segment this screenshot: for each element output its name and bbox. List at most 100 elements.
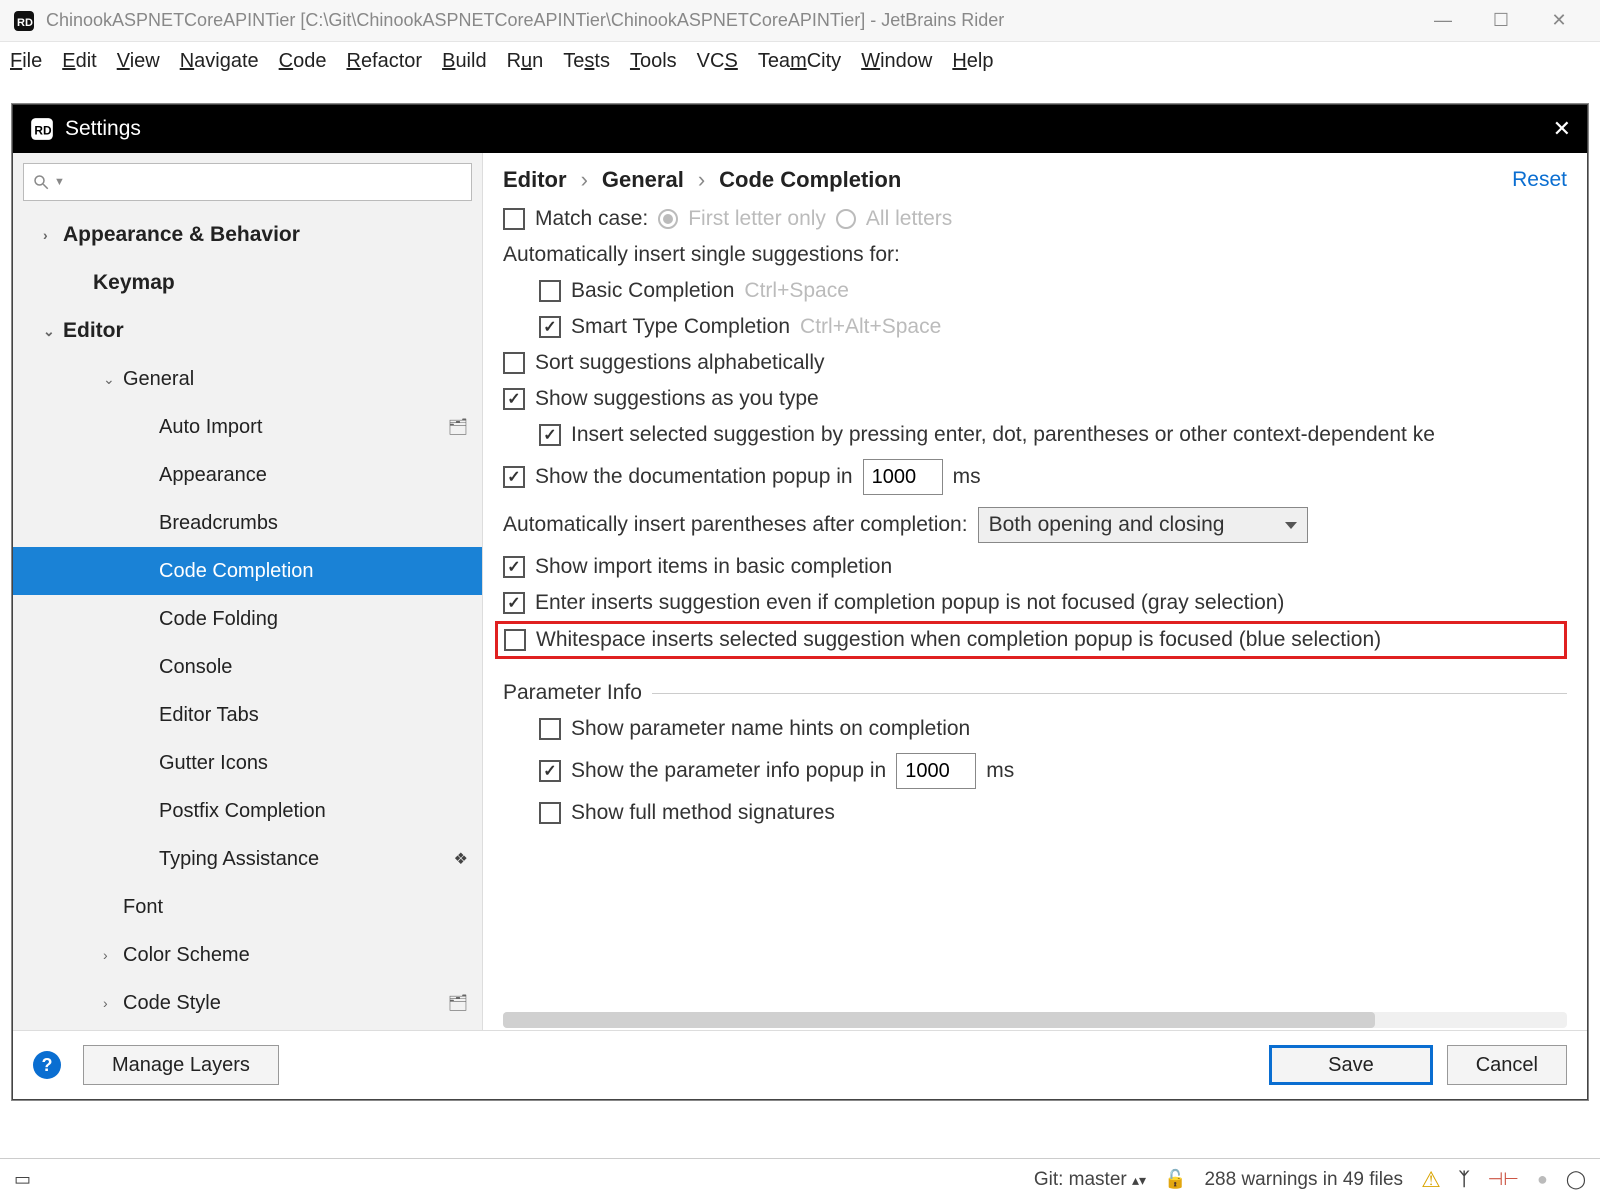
git-branch-widget[interactable]: Git: master ▴▾ (1034, 1169, 1146, 1191)
settings-content: Editor › General › Code Completion Reset… (483, 153, 1587, 1030)
sidebar-item-label: Editor Tabs (159, 704, 259, 727)
sidebar-item-label: Code Folding (159, 608, 278, 631)
sidebar-item-color-scheme[interactable]: ›Color Scheme (13, 931, 482, 979)
svg-text:RD: RD (34, 123, 52, 137)
cancel-button[interactable]: Cancel (1447, 1045, 1567, 1085)
menu-tests[interactable]: Tests (563, 50, 610, 73)
search-icon (32, 173, 50, 191)
sort-alpha-label: Sort suggestions alphabetically (535, 351, 825, 375)
mic-icon[interactable]: ● (1537, 1169, 1548, 1190)
save-button[interactable]: Save (1269, 1045, 1433, 1085)
menu-run[interactable]: Run (507, 50, 544, 73)
warning-icon[interactable]: ⚠ (1421, 1167, 1441, 1193)
doc-popup-input[interactable] (863, 459, 943, 495)
full-sig-checkbox[interactable] (539, 802, 561, 824)
lock-icon[interactable]: 🔓 (1164, 1169, 1186, 1190)
manage-layers-button[interactable]: Manage Layers (83, 1045, 279, 1085)
tree-arrow-icon: › (103, 947, 123, 963)
basic-completion-checkbox[interactable] (539, 280, 561, 302)
auto-parens-select[interactable]: Both opening and closing (978, 507, 1308, 543)
doc-popup-checkbox[interactable] (503, 466, 525, 488)
smart-completion-checkbox[interactable] (539, 316, 561, 338)
sidebar-item-gutter-icons[interactable]: Gutter Icons (13, 739, 482, 787)
param-popup-checkbox[interactable] (539, 760, 561, 782)
first-letter-radio (658, 209, 678, 229)
sidebar-item-general[interactable]: ⌄General (13, 355, 482, 403)
close-dialog-button[interactable]: ✕ (1553, 116, 1571, 142)
breadcrumb-1[interactable]: General (602, 167, 684, 193)
sort-alpha-checkbox[interactable] (503, 352, 525, 374)
full-sig-label: Show full method signatures (571, 801, 835, 825)
sidebar-item-console[interactable]: Console (13, 643, 482, 691)
enter-inserts-checkbox[interactable] (503, 592, 525, 614)
menu-navigate[interactable]: Navigate (180, 50, 259, 73)
smart-completion-hint: Ctrl+Alt+Space (800, 315, 941, 339)
sidebar-item-label: Console (159, 656, 232, 679)
breadcrumb-0[interactable]: Editor (503, 167, 567, 193)
sidebar-item-editor[interactable]: ⌄Editor (13, 307, 482, 355)
minimize-button[interactable]: ― (1414, 10, 1472, 31)
help-icon[interactable]: ? (33, 1051, 61, 1079)
show-import-label: Show import items in basic completion (535, 555, 892, 579)
menu-teamcity[interactable]: TeamCity (758, 50, 841, 73)
horizontal-scrollbar[interactable] (503, 1012, 1567, 1028)
menu-window[interactable]: Window (861, 50, 932, 73)
doc-popup-label1: Show the documentation popup in (535, 465, 853, 489)
menu-refactor[interactable]: Refactor (346, 50, 422, 73)
sidebar-item-postfix-completion[interactable]: Postfix Completion (13, 787, 482, 835)
param-hints-checkbox[interactable] (539, 718, 561, 740)
sidebar-item-code-completion[interactable]: Code Completion (13, 547, 482, 595)
sidebar-item-label: Code Completion (159, 560, 314, 583)
close-window-button[interactable]: ✕ (1530, 10, 1588, 31)
show-import-checkbox[interactable] (503, 556, 525, 578)
auto-insert-header: Automatically insert single suggestions … (503, 243, 900, 267)
search-dropdown-icon[interactable]: ▼ (54, 176, 65, 188)
sidebar-item-code-folding[interactable]: Code Folding (13, 595, 482, 643)
maximize-button[interactable]: ☐ (1472, 10, 1530, 31)
menu-tools[interactable]: Tools (630, 50, 677, 73)
git-icon[interactable]: ᛉ (1459, 1169, 1470, 1190)
insert-enter-checkbox[interactable] (539, 424, 561, 446)
sync-icon[interactable]: ⊣⊢ (1488, 1169, 1519, 1190)
search-input[interactable] (65, 172, 463, 193)
menu-help[interactable]: Help (952, 50, 993, 73)
menu-code[interactable]: Code (279, 50, 327, 73)
menu-build[interactable]: Build (442, 50, 486, 73)
warnings-widget[interactable]: 288 warnings in 49 files (1204, 1169, 1403, 1191)
param-popup-input[interactable] (896, 753, 976, 789)
sidebar-item-keymap[interactable]: Keymap (13, 259, 482, 307)
menu-file[interactable]: File (10, 50, 42, 73)
show-as-type-checkbox[interactable] (503, 388, 525, 410)
settings-search[interactable]: ▼ (23, 163, 472, 201)
sidebar-item-appearance-behavior[interactable]: ›Appearance & Behavior (13, 211, 482, 259)
options-panel: Match case: First letter only All letter… (483, 207, 1587, 1030)
menu-vcs[interactable]: VCS (697, 50, 738, 73)
chat-icon[interactable]: ◯ (1566, 1169, 1586, 1190)
dialog-footer: ? Manage Layers Save Cancel (13, 1031, 1587, 1099)
window-title: ChinookASPNETCoreAPINTier [C:\Git\Chinoo… (46, 10, 1414, 31)
menu-view[interactable]: View (117, 50, 160, 73)
sidebar-item-font[interactable]: Font (13, 883, 482, 931)
sidebar-item-breadcrumbs[interactable]: Breadcrumbs (13, 499, 482, 547)
scrollbar-thumb[interactable] (503, 1012, 1375, 1028)
reset-link[interactable]: Reset (1512, 168, 1567, 192)
sidebar-item-editor-tabs[interactable]: Editor Tabs (13, 691, 482, 739)
parameter-info-section: Parameter Info (503, 681, 1567, 705)
match-case-checkbox[interactable] (503, 208, 525, 230)
whitespace-inserts-checkbox[interactable] (504, 629, 526, 651)
tree-arrow-icon: › (43, 227, 63, 243)
sidebar-item-code-style[interactable]: ›Code Style🗂 (13, 979, 482, 1027)
highlighted-option: Whitespace inserts selected suggestion w… (495, 621, 1567, 659)
sidebar-item-label: Code Style (123, 992, 221, 1015)
parameter-info-header: Parameter Info (503, 681, 642, 705)
sidebar-item-auto-import[interactable]: Auto Import🗂 (13, 403, 482, 451)
breadcrumb-bar: Editor › General › Code Completion Reset (483, 153, 1587, 207)
sidebar-item-typing-assistance[interactable]: Typing Assistance❖ (13, 835, 482, 883)
svg-text:RD: RD (17, 17, 33, 29)
param-popup-label2: ms (986, 759, 1014, 783)
tool-window-icon[interactable]: ▭ (14, 1169, 31, 1190)
layers-icon: ❖ (454, 849, 468, 869)
sidebar-item-appearance[interactable]: Appearance (13, 451, 482, 499)
tree-arrow-icon: ⌄ (43, 323, 63, 340)
menu-edit[interactable]: Edit (62, 50, 96, 73)
